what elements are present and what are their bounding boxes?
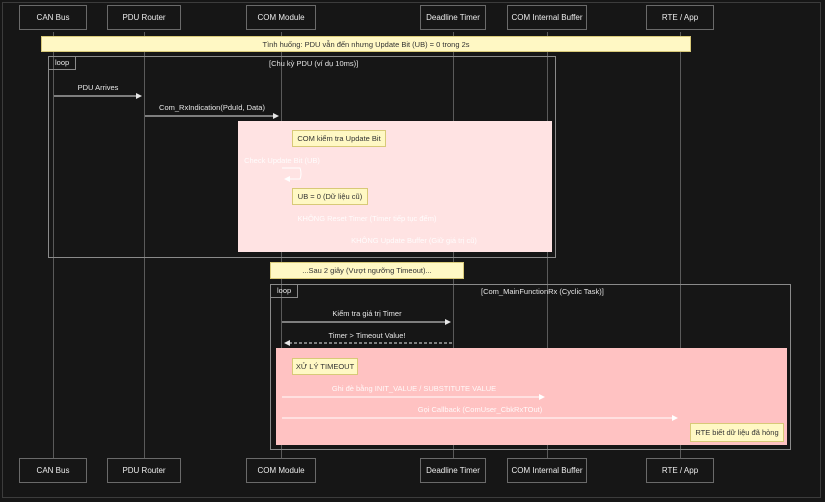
participant-can-bus-bottom: CAN Bus <box>19 458 87 483</box>
msg-check-timer: Kiểm tra giá trị Timer <box>332 309 402 318</box>
msg-no-update-buffer: KHÔNG Update Buffer (Giữ giá trị cũ) <box>351 236 477 245</box>
msg-overwrite-init-value: Ghi đè bằng INIT_VALUE / SUBSTITUTE VALU… <box>331 384 497 393</box>
participant-deadline-timer-bottom: Deadline Timer <box>420 458 486 483</box>
msg-callback: Gọi Callback (ComUser_CbkRxTOut) <box>417 405 543 414</box>
participant-com-module-bottom: COM Module <box>246 458 316 483</box>
arrow-self-check-ub <box>282 167 302 182</box>
msg-check-update-bit: Check Update Bit (UB) <box>244 156 320 165</box>
message-arrows <box>54 93 678 421</box>
msg-timer-over: Timer > Timeout Value! <box>328 331 406 340</box>
participant-pdu-router-bottom: PDU Router <box>107 458 181 483</box>
msg-rx-indication: Com_RxIndication(PduId, Data) <box>159 103 265 112</box>
participant-rte-app-bottom: RTE / App <box>646 458 714 483</box>
msg-no-reset-timer: KHÔNG Reset Timer (Timer tiếp tục đếm) <box>297 214 437 223</box>
participant-com-internal-buffer-bottom: COM Internal Buffer <box>507 458 587 483</box>
msg-pdu-arrives: PDU Arrives <box>77 83 119 92</box>
